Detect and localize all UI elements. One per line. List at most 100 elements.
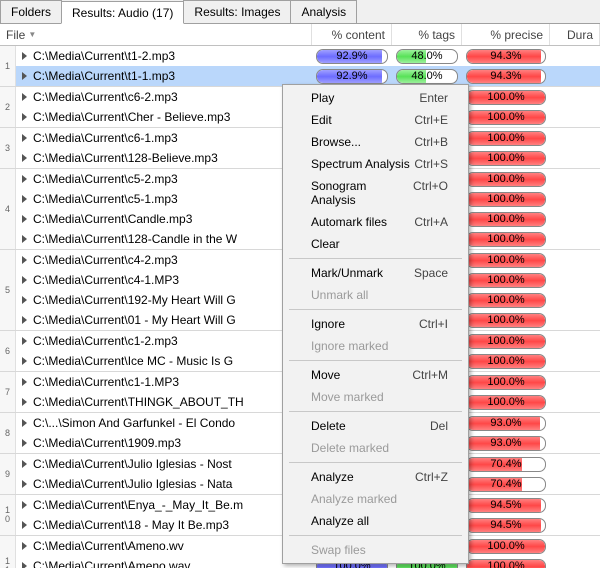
expand-icon[interactable] bbox=[22, 256, 27, 264]
group-number: 9 bbox=[0, 454, 16, 494]
percent-bar: 100.0% bbox=[466, 559, 546, 568]
menu-item-label: Delete bbox=[311, 419, 346, 433]
cell-precise: 70.4% bbox=[462, 475, 550, 494]
file-path: C:\Media\Current\192-My Heart Will G bbox=[33, 293, 236, 307]
expand-icon[interactable] bbox=[22, 113, 27, 121]
expand-icon[interactable] bbox=[22, 154, 27, 162]
expand-icon[interactable] bbox=[22, 501, 27, 509]
cell-file: C:\Media\Current\Ice MC - Music Is G bbox=[16, 354, 312, 368]
menu-separator bbox=[289, 309, 462, 310]
header-duration[interactable]: Dura bbox=[550, 24, 600, 45]
header-precise[interactable]: % precise bbox=[462, 24, 550, 45]
menu-item-label: Edit bbox=[311, 113, 332, 127]
cell-file: C:\Media\Current\128-Candle in the W bbox=[16, 232, 312, 246]
percent-bar: 100.0% bbox=[466, 539, 546, 554]
menu-item[interactable]: Automark filesCtrl+A bbox=[285, 211, 466, 233]
menu-item[interactable]: Sonogram AnalysisCtrl+O bbox=[285, 175, 466, 211]
table-row[interactable]: C:\Media\Current\t1-2.mp3 92.9% 48.0% 94… bbox=[16, 46, 600, 66]
cell-precise: 100.0% bbox=[462, 88, 550, 107]
menu-item[interactable]: Analyze all bbox=[285, 510, 466, 532]
expand-icon[interactable] bbox=[22, 378, 27, 386]
expand-icon[interactable] bbox=[22, 215, 27, 223]
expand-icon[interactable] bbox=[22, 296, 27, 304]
expand-icon[interactable] bbox=[22, 316, 27, 324]
percent-bar: 48.0% bbox=[396, 69, 458, 84]
table-row[interactable]: C:\Media\Current\t1-1.mp3 92.9% 48.0% 94… bbox=[16, 66, 600, 86]
expand-icon[interactable] bbox=[22, 175, 27, 183]
percent-bar: 100.0% bbox=[466, 395, 546, 410]
cell-precise: 94.5% bbox=[462, 516, 550, 535]
percent-bar: 100.0% bbox=[466, 375, 546, 390]
percent-bar: 100.0% bbox=[466, 110, 546, 125]
menu-separator bbox=[289, 258, 462, 259]
cell-precise: 100.0% bbox=[462, 210, 550, 229]
cell-file: C:\Media\Current\Julio Iglesias - Nost bbox=[16, 457, 312, 471]
menu-item: Analyze marked bbox=[285, 488, 466, 510]
expand-icon[interactable] bbox=[22, 276, 27, 284]
cell-precise: 100.0% bbox=[462, 271, 550, 290]
expand-icon[interactable] bbox=[22, 562, 27, 568]
menu-item[interactable]: DeleteDel bbox=[285, 415, 466, 437]
tab[interactable]: Results: Images bbox=[183, 0, 291, 23]
percent-bar: 100.0% bbox=[466, 192, 546, 207]
cell-precise: 100.0% bbox=[462, 311, 550, 330]
menu-item-label: Delete marked bbox=[311, 441, 389, 455]
menu-item-label: Ignore bbox=[311, 317, 345, 331]
expand-icon[interactable] bbox=[22, 72, 27, 80]
column-headers: File ▼ % content % tags % precise Dura bbox=[0, 24, 600, 46]
menu-item[interactable]: AnalyzeCtrl+Z bbox=[285, 466, 466, 488]
expand-icon[interactable] bbox=[22, 439, 27, 447]
cell-file: C:\Media\Current\192-My Heart Will G bbox=[16, 293, 312, 307]
menu-item[interactable]: Mark/UnmarkSpace bbox=[285, 262, 466, 284]
header-content[interactable]: % content bbox=[312, 24, 392, 45]
percent-bar: 94.3% bbox=[466, 49, 546, 64]
menu-item[interactable]: PlayEnter bbox=[285, 87, 466, 109]
percent-bar: 100.0% bbox=[466, 354, 546, 369]
cell-file: C:\Media\Current\Julio Iglesias - Nata bbox=[16, 477, 312, 491]
percent-bar: 100.0% bbox=[466, 334, 546, 349]
expand-icon[interactable] bbox=[22, 235, 27, 243]
header-tags[interactable]: % tags bbox=[392, 24, 462, 45]
menu-item[interactable]: Browse...Ctrl+B bbox=[285, 131, 466, 153]
menu-item-label: Analyze marked bbox=[311, 492, 397, 506]
expand-icon[interactable] bbox=[22, 542, 27, 550]
menu-item-label: Sonogram Analysis bbox=[311, 179, 413, 207]
percent-bar: 94.3% bbox=[466, 69, 546, 84]
header-file[interactable]: File ▼ bbox=[0, 24, 312, 45]
expand-icon[interactable] bbox=[22, 521, 27, 529]
group-number: 5 bbox=[0, 250, 16, 330]
menu-item-shortcut: Ctrl+E bbox=[414, 113, 448, 127]
expand-icon[interactable] bbox=[22, 134, 27, 142]
group-number: 8 bbox=[0, 413, 16, 453]
expand-icon[interactable] bbox=[22, 480, 27, 488]
menu-item[interactable]: Spectrum AnalysisCtrl+S bbox=[285, 153, 466, 175]
percent-bar: 94.5% bbox=[466, 518, 546, 533]
tab[interactable]: Folders bbox=[0, 0, 62, 23]
percent-bar: 94.5% bbox=[466, 498, 546, 513]
percent-bar: 93.0% bbox=[466, 416, 546, 431]
menu-item[interactable]: Edit Ctrl+E bbox=[285, 109, 466, 131]
percent-bar: 100.0% bbox=[466, 273, 546, 288]
tab[interactable]: Analysis bbox=[290, 0, 357, 23]
tab[interactable]: Results: Audio (17) bbox=[61, 1, 184, 24]
expand-icon[interactable] bbox=[22, 419, 27, 427]
expand-icon[interactable] bbox=[22, 337, 27, 345]
expand-icon[interactable] bbox=[22, 52, 27, 60]
group-number: 3 bbox=[0, 128, 16, 168]
cell-precise: 100.0% bbox=[462, 557, 550, 568]
cell-file: C:\Media\Current\c6-2.mp3 bbox=[16, 90, 312, 104]
expand-icon[interactable] bbox=[22, 357, 27, 365]
menu-separator bbox=[289, 462, 462, 463]
menu-item[interactable]: Clear bbox=[285, 233, 466, 255]
file-path: C:\Media\Current\Ameno.wav bbox=[33, 559, 190, 568]
percent-bar: 100.0% bbox=[466, 172, 546, 187]
expand-icon[interactable] bbox=[22, 398, 27, 406]
menu-item-label: Analyze bbox=[311, 470, 354, 484]
expand-icon[interactable] bbox=[22, 460, 27, 468]
cell-file: C:\Media\Current\c5-2.mp3 bbox=[16, 172, 312, 186]
menu-item[interactable]: MoveCtrl+M bbox=[285, 364, 466, 386]
expand-icon[interactable] bbox=[22, 195, 27, 203]
file-path: C:\Media\Current\c5-2.mp3 bbox=[33, 172, 178, 186]
menu-item[interactable]: IgnoreCtrl+I bbox=[285, 313, 466, 335]
expand-icon[interactable] bbox=[22, 93, 27, 101]
